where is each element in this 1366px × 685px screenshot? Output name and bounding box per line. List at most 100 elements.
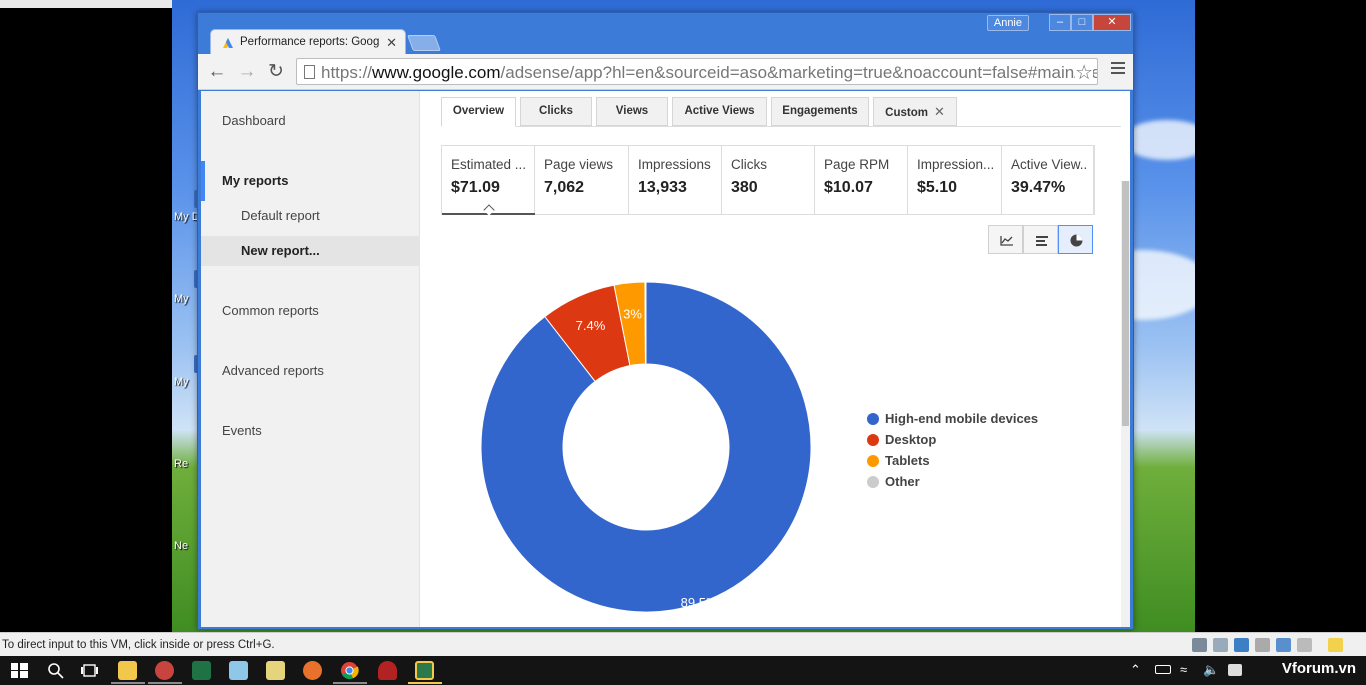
adsense-icon [223,38,233,48]
firefox-icon[interactable] [303,661,322,680]
legend-dot [867,413,879,425]
app-icon[interactable] [378,661,397,680]
scroll-thumb[interactable] [1122,181,1129,426]
chrome-menu-icon[interactable] [1111,62,1125,77]
metric-label: Active View.. [1011,157,1088,172]
desktop-label[interactable]: Ne [174,540,188,552]
vm-sound-icon[interactable] [1276,638,1291,652]
desktop-label[interactable]: Re [174,458,188,470]
sidebar-item-events[interactable]: Events [222,423,262,438]
legend-dot [867,455,879,467]
tab-label: Engagements [782,105,858,117]
line-chart-icon [1000,236,1013,246]
legend-label: Desktop [885,432,937,447]
bookmark-star-icon[interactable]: ☆ [1075,60,1093,84]
vm-cd-icon[interactable] [1213,638,1228,652]
page-content: Dashboard My reports Default report New … [201,91,1130,627]
url-text: https://www.google.com/adsense/app?hl=en… [321,63,1097,83]
metric-value: $71.09 [451,179,500,196]
donut-chart: 89.5% 7.4% 3% [480,281,812,613]
running-indicator [333,682,367,684]
metric-card[interactable]: Page views 7,062 [535,146,629,214]
line-chart-button[interactable] [988,225,1023,254]
vmware-icon[interactable] [415,661,434,680]
page-icon [304,65,315,79]
sidebar-item-my-reports[interactable]: My reports [222,173,288,188]
browser-tab[interactable]: Performance reports: Google ✕ [210,29,406,55]
metric-label: Estimated ... [451,157,527,172]
tab-label: Custom [885,107,928,119]
windows-start-icon[interactable] [10,661,29,680]
slice-data-label: 89.5% [681,595,718,610]
metric-value: $10.07 [824,179,873,196]
table-view-button[interactable] [1023,225,1058,254]
battery-icon[interactable] [1155,665,1171,674]
close-tab-icon[interactable]: ✕ [386,35,397,51]
metric-cards: Estimated ... $71.09 Page views 7,062 Im… [441,145,1095,216]
app-icon[interactable] [155,661,174,680]
metric-label: Page views [544,157,614,172]
metric-card[interactable]: Impressions 13,933 [629,146,722,214]
sidebar-item-new-report[interactable]: New report... [241,243,320,258]
tab-views[interactable]: Views [596,97,668,126]
desktop-label[interactable]: My [174,293,189,305]
forward-icon[interactable]: → [236,61,258,83]
desktop-label[interactable]: My [174,376,189,388]
slice-data-label: 7.4% [576,318,606,333]
new-tab-button[interactable] [407,35,441,51]
active-indicator [408,682,442,684]
page-scrollbar[interactable] [1121,181,1130,627]
sidebar-item-advanced-reports[interactable]: Advanced reports [222,363,324,378]
tab-custom[interactable]: Custom ✕ [873,97,957,126]
metric-card[interactable]: Clicks 380 [722,146,815,214]
vm-network-icon[interactable] [1234,638,1249,652]
report-main: Overview Clicks Views Active Views Engag… [421,91,1121,627]
close-tab-icon[interactable]: ✕ [934,104,945,119]
slice-data-label: 3% [623,307,642,322]
active-section-marker [201,161,205,201]
reload-icon[interactable]: ↻ [265,61,287,83]
metric-label: Page RPM [824,157,890,172]
vm-status-bar: To direct input to this VM, click inside… [0,632,1366,656]
tab-active-views[interactable]: Active Views [672,97,767,126]
search-icon[interactable] [46,661,65,680]
url-host: www.google.com [372,63,501,82]
tab-label: Clicks [539,105,573,117]
metric-value: 380 [731,179,758,196]
chevron-up-icon[interactable]: ⌃ [1130,662,1141,678]
desktop-label[interactable]: My D [174,211,200,223]
sticky-notes-icon[interactable] [266,661,285,680]
pie-chart-icon [1070,234,1083,247]
tab-overview[interactable]: Overview [441,97,516,127]
device-pie-chart: 89.5% 7.4% 3% High-end mobile devices Desk… [421,261,1115,627]
vm-status-text: To direct input to this VM, click inside… [2,639,275,651]
bar-list-icon [1036,236,1048,246]
chrome-icon[interactable] [340,661,359,680]
vm-display-icon[interactable] [1297,638,1312,652]
wifi-icon[interactable]: ≈ [1180,662,1187,677]
volume-icon[interactable]: 🔈 [1203,662,1219,678]
tab-label: Views [615,105,649,117]
sidebar-item-dashboard[interactable]: Dashboard [222,113,286,128]
metric-card[interactable]: Impression... $5.10 [908,146,1002,214]
sidebar-item-common-reports[interactable]: Common reports [222,303,319,318]
metric-card[interactable]: Page RPM $10.07 [815,146,908,214]
tab-clicks[interactable]: Clicks [520,97,592,126]
file-explorer-icon[interactable] [118,661,137,680]
address-bar[interactable]: https://www.google.com/adsense/app?hl=en… [296,58,1098,85]
metric-value: $5.10 [917,179,958,196]
task-view-icon[interactable] [80,661,99,680]
pie-chart-button[interactable] [1058,225,1093,254]
metric-card[interactable]: Active View.. 39.47% [1002,146,1094,214]
excel-icon[interactable] [192,661,211,680]
pie-slice-other[interactable] [644,281,647,365]
notepad-icon[interactable] [229,661,248,680]
vm-hdd-icon[interactable] [1192,638,1207,652]
keyboard-icon[interactable] [1228,664,1242,676]
sidebar-item-default-report[interactable]: Default report [241,208,320,223]
vm-printer-icon[interactable] [1255,638,1270,652]
back-icon[interactable]: ← [206,61,228,83]
vm-message-icon[interactable] [1328,638,1343,652]
tab-engagements[interactable]: Engagements [771,97,869,126]
metric-label: Impressions [638,157,711,172]
